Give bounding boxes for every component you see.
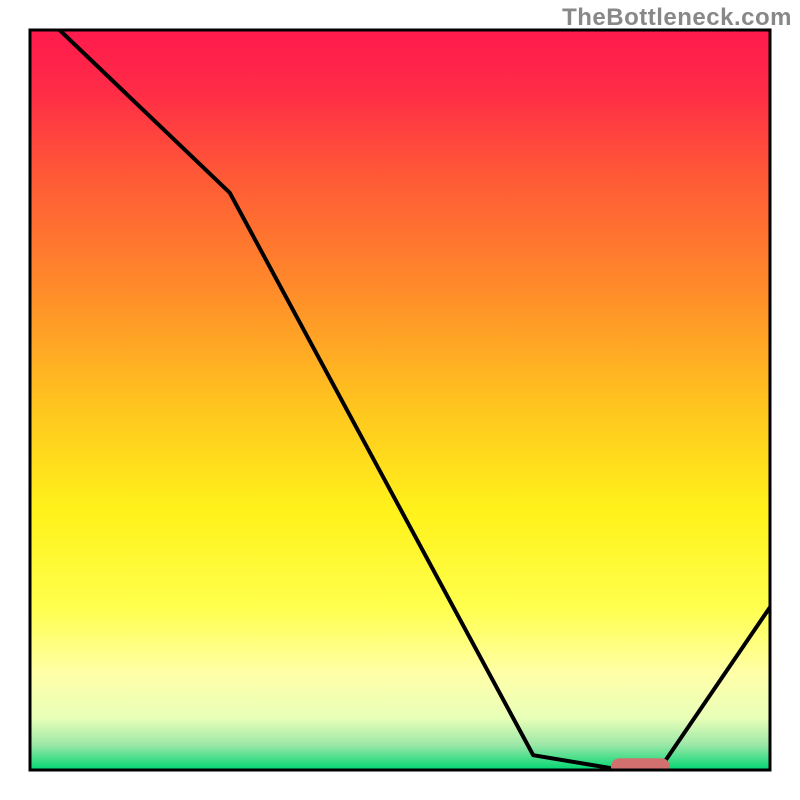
attribution-text: TheBottleneck.com (562, 4, 792, 32)
optimal-range-marker (611, 758, 670, 774)
plot-background (30, 30, 770, 770)
bottleneck-chart (0, 0, 800, 800)
